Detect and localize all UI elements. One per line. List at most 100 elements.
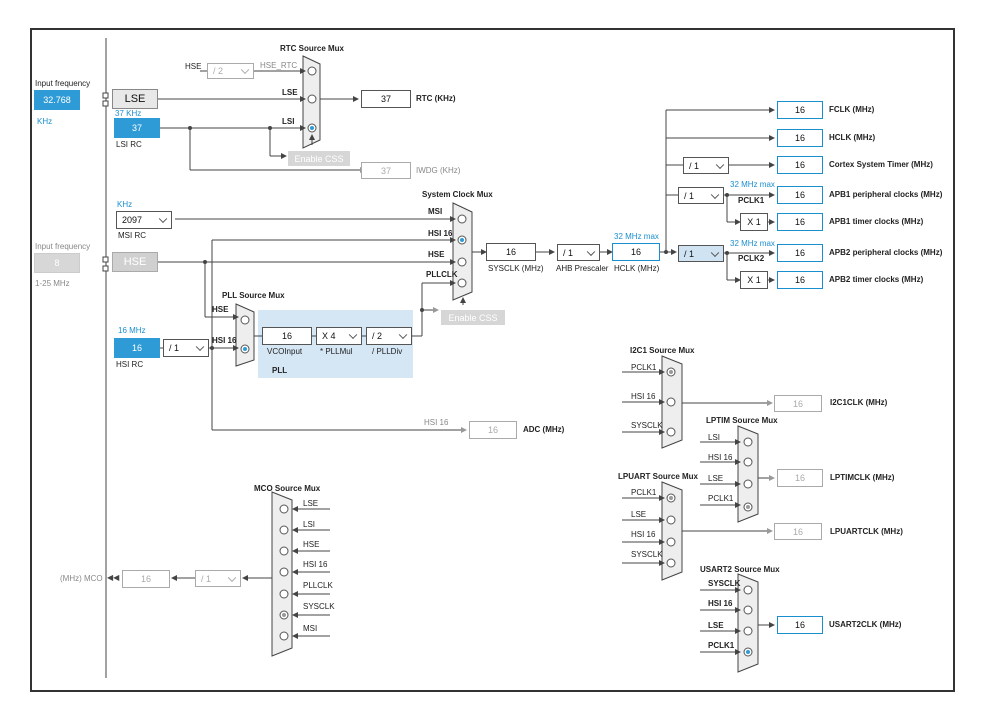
usart2-sysclk-label: SYSCLK [708, 579, 741, 588]
chevron-down-icon [710, 248, 720, 257]
pclk1-label: PCLK1 [738, 196, 765, 205]
rtc-enable-css-button[interactable]: Enable CSS [288, 151, 350, 166]
pll-mul-label: * PLLMul [320, 347, 353, 356]
pll-mul-select[interactable]: X 4 [316, 327, 362, 345]
mco-lse-label: LSE [303, 499, 319, 508]
lptim-hsi16-label: HSI 16 [708, 453, 733, 462]
adc-value[interactable]: 16 [469, 421, 517, 439]
cortex-timer-divider-select[interactable]: / 1 [683, 157, 729, 174]
pll-mux-title: PLL Source Mux [222, 291, 285, 300]
apb2-periph-value[interactable]: 16 [777, 244, 823, 262]
chevron-down-icon [195, 342, 205, 352]
sysclk-mux-title: System Clock Mux [422, 190, 493, 199]
lse-block[interactable]: LSE [112, 89, 158, 109]
mco-output-value[interactable]: 16 [122, 570, 170, 588]
msi-unit-label: KHz [117, 200, 133, 209]
lsi-rc-label: LSI RC [116, 140, 142, 149]
chevron-down-icon [158, 214, 168, 224]
mco-divider-value: / 1 [201, 573, 212, 584]
sysclk-value[interactable]: 16 [486, 243, 536, 261]
apb1-timer-label: APB1 timer clocks (MHz) [829, 217, 924, 226]
rtc-output-value[interactable]: 37 [361, 90, 411, 108]
hclk-max-label: 32 MHz max [614, 232, 659, 241]
lpuart-sysclk-label: SYSCLK [631, 550, 663, 559]
fclk-label: FCLK (MHz) [829, 105, 875, 114]
lse-input-frequency-field[interactable]: 32.768 [34, 90, 80, 110]
apb2-prescaler-select[interactable]: / 1 [678, 245, 724, 262]
mco-divider-select[interactable]: / 1 [195, 570, 241, 587]
vco-input-value[interactable]: 16 [262, 327, 312, 345]
sysclk-enable-css-button[interactable]: Enable CSS [441, 310, 505, 325]
hse-range-label: 1-25 MHz [35, 279, 70, 288]
hse-rtc-label: HSE_RTC [260, 61, 298, 70]
rtc-lse-label: LSE [282, 88, 298, 97]
lpuartclk-value[interactable]: 16 [774, 523, 822, 540]
chevron-down-icon [227, 573, 237, 582]
lse-freq-unit: KHz [37, 117, 53, 126]
hsi-divider-select[interactable]: / 1 [163, 339, 209, 357]
apb2-timer-label: APB2 timer clocks (MHz) [829, 275, 924, 284]
usart2-hsi16-label: HSI 16 [708, 599, 733, 608]
i2c1-hsi16-label: HSI 16 [631, 392, 656, 401]
hsi-freq-label: 16 MHz [118, 326, 146, 335]
chevron-down-icon [586, 247, 596, 256]
fclk-value[interactable]: 16 [777, 101, 823, 119]
lpuart-mux-title: LPUART Source Mux [618, 472, 699, 481]
mco-sysclk-label: SYSCLK [303, 602, 335, 611]
adc-label: ADC (MHz) [523, 425, 565, 434]
pll-div-label: / PLLDiv [372, 347, 403, 356]
i2c1-pclk1-label: PCLK1 [631, 363, 657, 372]
sysclk-pllclk-label: PLLCLK [426, 270, 458, 279]
apb1-periph-value[interactable]: 16 [777, 186, 823, 204]
mco-lsi-label: LSI [303, 520, 316, 529]
adc-hsi16-label: HSI 16 [424, 418, 449, 427]
hclk-value[interactable]: 16 [612, 243, 660, 261]
iwdg-output-value[interactable]: 37 [361, 162, 411, 179]
apb1-timer-value[interactable]: 16 [777, 213, 823, 231]
lpuartclk-label: LPUARTCLK (MHz) [830, 527, 903, 536]
pll-div-select[interactable]: / 2 [366, 327, 412, 345]
apb2-timer-multiplier: X 1 [740, 271, 768, 289]
pll-mul-value: X 4 [322, 331, 336, 341]
lptimclk-value[interactable]: 16 [777, 469, 823, 487]
mco-pllclk-label: PLLCLK [303, 581, 333, 590]
lptim-pclk1-label: PCLK1 [708, 494, 734, 503]
lsi-rc-value[interactable]: 37 [114, 118, 160, 138]
cortex-timer-value[interactable]: 16 [777, 156, 823, 174]
mco-mux-title: MCO Source Mux [254, 484, 321, 493]
apb1-prescaler-select[interactable]: / 1 [678, 187, 724, 204]
usart2-lse-label: LSE [708, 621, 724, 630]
rtc-lsi-label: LSI [282, 117, 295, 126]
mco-arrow-icon: ◀◀ [107, 573, 120, 582]
hse-input-frequency-field[interactable]: 8 [34, 253, 80, 273]
lpuart-pclk1-label: PCLK1 [631, 488, 657, 497]
ahb-prescaler-value: / 1 [563, 247, 574, 258]
chevron-down-icon [710, 190, 720, 199]
hclk-out-label: HCLK (MHz) [829, 133, 876, 142]
apb1-periph-label: APB1 peripheral clocks (MHz) [829, 190, 943, 199]
pll-mux-body [235, 303, 255, 367]
usart2-pclk1-label: PCLK1 [708, 641, 735, 650]
hse-input-frequency-label: Input frequency [35, 242, 91, 251]
apb1-prescaler-value: / 1 [684, 190, 695, 201]
pll-area-label: PLL [272, 366, 288, 375]
hsi-rc-value[interactable]: 16 [114, 338, 160, 358]
cortex-timer-label: Cortex System Timer (MHz) [829, 160, 933, 169]
hse-block[interactable]: HSE [112, 252, 158, 272]
i2c1-sysclk-label: SYSCLK [631, 421, 663, 430]
hsi-divider-value: / 1 [169, 343, 180, 353]
mco-hse-label: HSE [303, 540, 320, 549]
msi-range-select[interactable]: 2097 [116, 211, 172, 229]
chevron-down-icon [398, 330, 408, 340]
usart2clk-value[interactable]: 16 [777, 616, 823, 634]
sysclk-msi-label: MSI [428, 207, 443, 216]
hse-rtc-divider-select[interactable]: / 2 [207, 63, 254, 79]
hclk-out-value[interactable]: 16 [777, 129, 823, 147]
i2c1-mux-title: I2C1 Source Mux [630, 346, 695, 355]
ahb-prescaler-select[interactable]: / 1 [557, 244, 600, 261]
lptim-lse-label: LSE [708, 474, 724, 483]
pll-div-value: / 2 [372, 331, 383, 341]
i2c1clk-value[interactable]: 16 [774, 395, 822, 412]
apb2-timer-value[interactable]: 16 [777, 271, 823, 289]
sysclk-hsi16-label: HSI 16 [428, 229, 453, 238]
